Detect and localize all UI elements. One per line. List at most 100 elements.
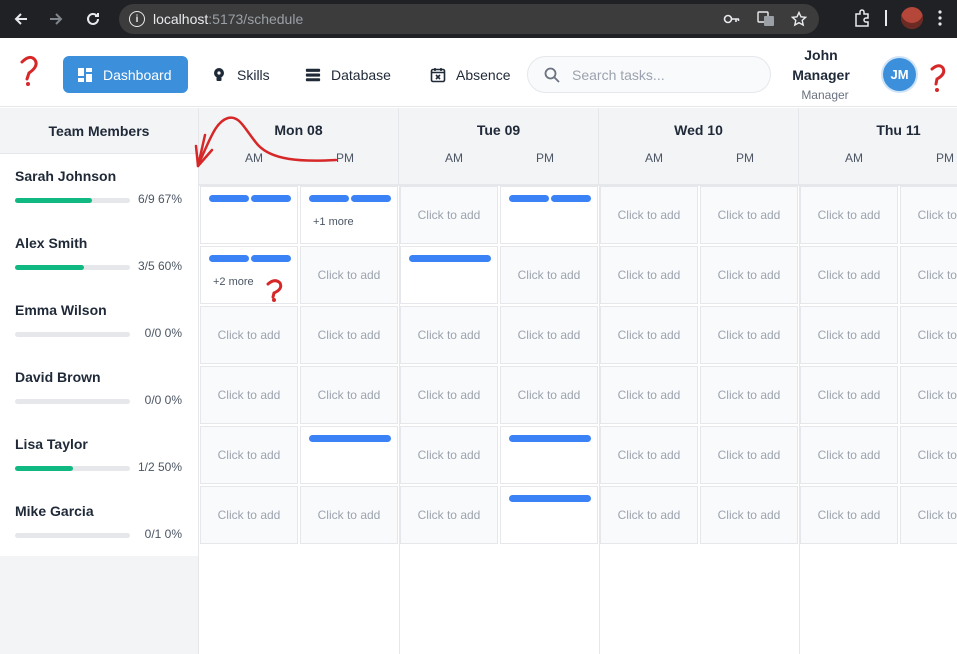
member-name: Lisa Taylor [15,436,88,452]
empty-slot[interactable]: Click to add [600,426,698,484]
click-to-add-label: Click to add [717,508,781,522]
task-bar[interactable] [251,255,291,262]
empty-slot[interactable]: Click to add [400,426,498,484]
search-input[interactable] [572,66,752,83]
click-to-add-label: Click to add [917,208,957,222]
task-bar[interactable] [351,195,391,202]
bookmark-star-icon[interactable] [791,11,807,27]
schedule-slot[interactable]: +1 more [300,186,398,244]
task-bar[interactable] [209,195,249,202]
member-row[interactable]: Mike Garcia 0/1 0% [0,489,198,556]
click-to-add-label: Click to add [817,328,881,342]
tab-database[interactable]: Database [305,56,391,93]
empty-slot[interactable]: Click to add [300,366,398,424]
task-bar[interactable] [551,195,591,202]
member-row[interactable]: David Brown 0/0 0% [0,355,198,422]
extensions-icon[interactable] [853,9,871,27]
empty-slot[interactable]: Click to add [200,306,298,364]
task-bar[interactable] [409,255,491,262]
task-bar[interactable] [251,195,291,202]
reload-icon[interactable] [80,6,106,32]
slot-label-am: AM [845,151,863,165]
schedule-slot[interactable] [500,186,598,244]
more-tasks-link[interactable]: +1 more [313,216,354,228]
empty-slot[interactable]: Click to add [800,246,898,304]
member-row[interactable]: Alex Smith 3/5 60% [0,221,198,288]
schedule-slot[interactable] [400,246,498,304]
schedule-slot[interactable] [200,186,298,244]
tab-absence[interactable]: Absence [430,56,510,93]
empty-slot[interactable]: Click to add [600,366,698,424]
empty-slot[interactable]: Click to add [500,366,598,424]
empty-slot[interactable]: Click to add [800,426,898,484]
empty-slot[interactable]: Click to add [900,486,957,544]
day-title: Mon 08 [274,122,323,138]
empty-slot[interactable]: Click to add [700,486,798,544]
address-bar[interactable]: i localhost:5173/schedule [119,4,819,34]
empty-slot[interactable]: Click to add [500,246,598,304]
click-to-add-label: Click to add [717,448,781,462]
task-bar[interactable] [509,435,591,442]
empty-slot[interactable]: Click to add [700,246,798,304]
empty-slot[interactable]: Click to add [800,306,898,364]
empty-slot[interactable]: Click to add [700,426,798,484]
schedule-slot[interactable] [500,486,598,544]
translate-icon[interactable] [757,11,775,27]
tab-dashboard[interactable]: Dashboard [63,56,188,93]
menu-dots-icon[interactable] [937,10,943,26]
back-icon[interactable] [8,6,34,32]
task-bar[interactable] [209,255,249,262]
empty-slot[interactable]: Click to add [800,366,898,424]
task-bar[interactable] [309,435,391,442]
empty-slot[interactable]: Click to add [900,246,957,304]
task-bar[interactable] [309,195,349,202]
empty-slot[interactable]: Click to add [700,186,798,244]
empty-slot[interactable]: Click to add [300,306,398,364]
click-to-add-label: Click to add [717,208,781,222]
avatar[interactable]: JM [883,58,916,91]
empty-slot[interactable]: Click to add [800,186,898,244]
task-bar[interactable] [509,495,591,502]
click-to-add-label: Click to add [717,268,781,282]
empty-slot[interactable]: Click to add [700,306,798,364]
empty-slot[interactable]: Click to add [400,486,498,544]
site-info-icon[interactable]: i [129,11,145,27]
browser-toolbar: i localhost:5173/schedule [0,0,957,38]
empty-slot[interactable]: Click to add [200,366,298,424]
empty-slot[interactable]: Click to add [400,366,498,424]
empty-slot[interactable]: Click to add [900,186,957,244]
empty-slot[interactable]: Click to add [600,186,698,244]
task-bar[interactable] [509,195,549,202]
empty-slot[interactable]: Click to add [400,306,498,364]
tab-skills[interactable]: Skills [211,56,270,93]
member-name: David Brown [15,369,101,385]
empty-slot[interactable]: Click to add [200,426,298,484]
empty-slot[interactable]: Click to add [700,366,798,424]
empty-slot[interactable]: Click to add [900,366,957,424]
key-icon[interactable] [723,11,741,27]
empty-slot[interactable]: Click to add [300,246,398,304]
empty-slot[interactable]: Click to add [200,486,298,544]
schedule-slot[interactable] [300,426,398,484]
tab-label: Absence [456,66,511,83]
empty-slot[interactable]: Click to add [800,486,898,544]
schedule-slot[interactable]: +2 more [200,246,298,304]
empty-slot[interactable]: Click to add [600,246,698,304]
forward-icon[interactable] [43,6,69,32]
day-header: Wed 10 AM PM [599,108,799,184]
profile-avatar-icon[interactable] [901,7,923,29]
schedule-slot[interactable] [500,426,598,484]
empty-slot[interactable]: Click to add [600,306,698,364]
member-row[interactable]: Sarah Johnson 6/9 67% [0,154,198,221]
member-name: Emma Wilson [15,302,107,318]
empty-slot[interactable]: Click to add [600,486,698,544]
empty-slot[interactable]: Click to add [900,426,957,484]
more-tasks-link[interactable]: +2 more [213,276,254,288]
search-box[interactable] [527,56,771,93]
empty-slot[interactable]: Click to add [400,186,498,244]
member-row[interactable]: Emma Wilson 0/0 0% [0,288,198,355]
empty-slot[interactable]: Click to add [500,306,598,364]
member-row[interactable]: Lisa Taylor 1/2 50% [0,422,198,489]
empty-slot[interactable]: Click to add [300,486,398,544]
empty-slot[interactable]: Click to add [900,306,957,364]
